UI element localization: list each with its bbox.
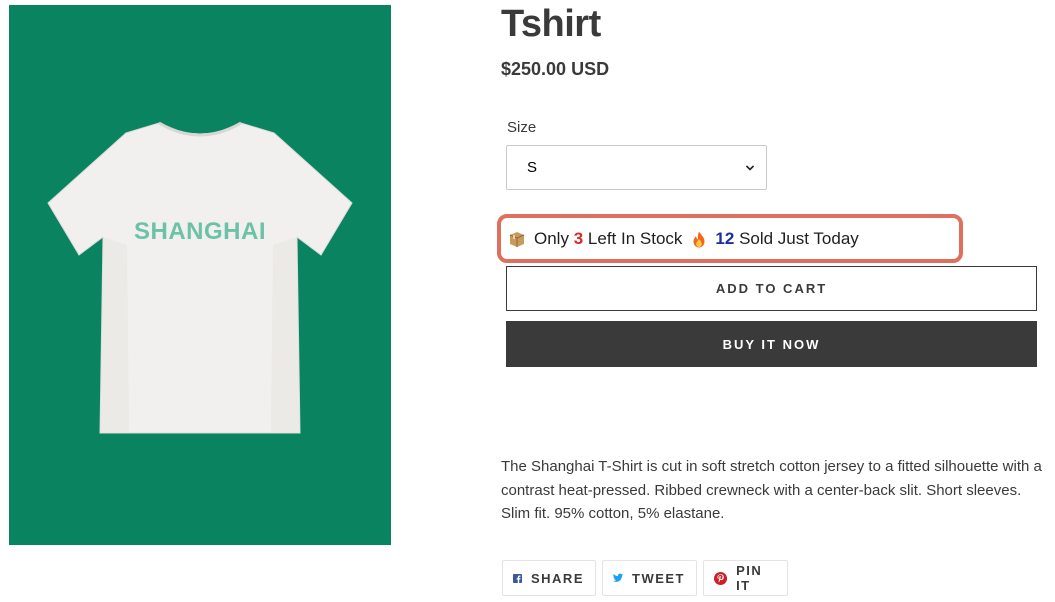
stock-urgency-badge: Only 3 Left In Stock 12 Sold Just Today <box>497 214 963 263</box>
chevron-down-icon <box>745 165 755 171</box>
product-description: The Shanghai T-Shirt is cut in soft stre… <box>501 458 1042 522</box>
pinterest-pin-button[interactable]: PIN IT <box>703 560 788 596</box>
buy-it-now-button[interactable]: BUY IT NOW <box>506 321 1037 367</box>
sold-suffix: Sold Just Today <box>739 229 859 248</box>
tshirt-graphic: SHANGHAI <box>47 121 353 434</box>
sold-count: 12 <box>715 229 735 248</box>
shirt-print-text: SHANGHAI <box>134 218 266 245</box>
pinterest-icon <box>714 571 728 585</box>
add-to-cart-button[interactable]: ADD TO CART <box>506 266 1037 311</box>
share-label: SHARE <box>530 570 584 586</box>
size-label: Size <box>507 119 537 136</box>
stock-left-count: 3 <box>573 229 584 248</box>
twitter-icon <box>613 573 623 582</box>
size-selected-value: S <box>527 159 538 176</box>
fire-icon <box>693 231 705 247</box>
tweet-label: TWEET <box>632 570 685 586</box>
size-select[interactable]: S <box>506 145 767 190</box>
pin-label: PIN IT <box>736 563 763 593</box>
package-icon <box>509 232 525 247</box>
stock-prefix: Only <box>534 229 569 248</box>
stock-left-suffix: Left In Stock <box>587 229 683 248</box>
stock-message: Only 3 Left In Stock 12 Sold Just Today <box>509 229 859 249</box>
facebook-share-button[interactable]: SHARE <box>502 560 596 596</box>
product-title: Tshirt <box>501 3 601 45</box>
product-image[interactable]: SHANGHAI <box>9 5 391 545</box>
facebook-icon <box>513 573 522 583</box>
product-price: $250.00 USD <box>501 59 610 79</box>
twitter-tweet-button[interactable]: TWEET <box>602 560 697 596</box>
product-page: SHANGHAI Tshirt $250.00 USD Size S Only … <box>0 0 1055 602</box>
